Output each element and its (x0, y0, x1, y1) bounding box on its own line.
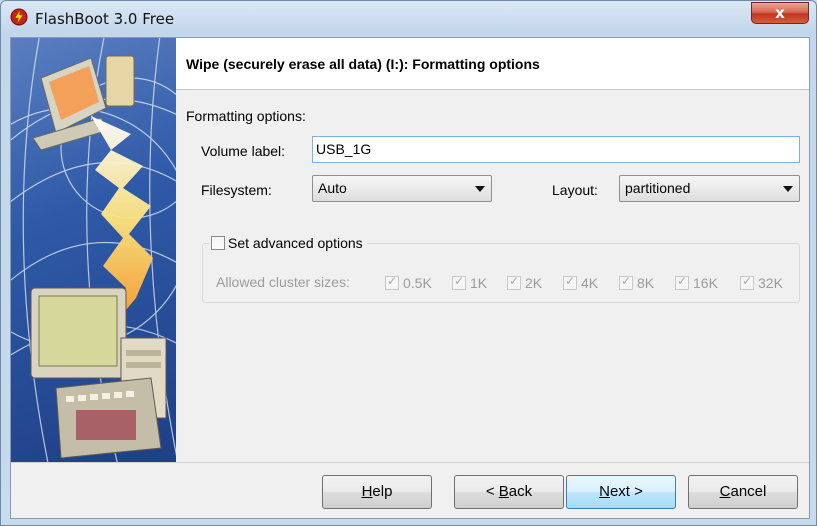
next-button-accelerator: N (599, 483, 610, 500)
window-title: FlashBoot 3.0 Free (35, 10, 175, 28)
back-button-label-pre: < (485, 483, 499, 500)
filesystem-select[interactable]: Auto (312, 175, 492, 202)
cancel-button[interactable]: Cancel (688, 475, 798, 509)
flashboot-logo-icon (10, 8, 28, 26)
help-button[interactable]: Help (322, 475, 432, 509)
cluster-option-label: 16K (693, 275, 718, 292)
layout-caption: Layout: (552, 182, 598, 198)
wizard-footer: Help < Back Next > Cancel (11, 462, 809, 518)
wizard-client-area: Wipe (securely erase all data) (I:): For… (10, 37, 810, 519)
cluster-checkbox (675, 274, 689, 291)
cluster-option-32k: 32K (740, 274, 783, 292)
cluster-option-label: 8K (637, 275, 655, 292)
chevron-down-icon (475, 186, 485, 192)
wizard-header: Wipe (securely erase all data) (I:): For… (176, 38, 809, 90)
back-button-accelerator: B (498, 483, 509, 500)
close-button[interactable]: x (751, 2, 809, 24)
cluster-checkbox (452, 274, 466, 291)
title-bar[interactable]: FlashBoot 3.0 Free x (1, 1, 816, 35)
cluster-option-8k: 8K (619, 274, 654, 292)
advanced-options-checkbox[interactable] (211, 236, 225, 251)
volume-label-caption: Volume label: (201, 143, 286, 159)
cluster-checkbox (619, 274, 633, 291)
cluster-option-1k: 1K (452, 274, 487, 292)
close-icon: x (775, 4, 785, 22)
cluster-option-label: 1K (470, 275, 488, 292)
cluster-option-2k: 2K (507, 274, 542, 292)
volume-label-input[interactable]: USB_1G (312, 136, 800, 163)
help-button-accelerator: H (361, 483, 373, 500)
page-title: Wipe (securely erase all data) (I:): For… (186, 56, 540, 72)
cancel-button-label-post: ancel (730, 483, 767, 500)
cluster-option-label: 4K (581, 275, 599, 292)
wizard-banner-image (11, 38, 176, 462)
advanced-options-checkbox-row[interactable]: Set advanced options (209, 234, 367, 254)
formatting-options-panel: Formatting options: Volume label: USB_1G… (176, 91, 809, 462)
back-button-label-post: ack (508, 483, 533, 500)
filesystem-caption: Filesystem: (201, 182, 272, 198)
cluster-option-16k: 16K (675, 274, 718, 292)
cluster-checkbox (385, 274, 399, 291)
layout-selected-value: partitioned (625, 180, 691, 196)
chevron-down-icon (783, 186, 793, 192)
cluster-sizes-label: Allowed cluster sizes: (216, 274, 350, 290)
advanced-options-label[interactable]: Set advanced options (228, 235, 363, 251)
cluster-option-label: 32K (758, 275, 783, 292)
cluster-checkbox (740, 274, 754, 291)
app-window: FlashBoot 3.0 Free x Wipe (securely eras… (0, 0, 817, 526)
cluster-checkbox (563, 274, 577, 291)
cancel-button-accelerator: C (719, 483, 731, 500)
cluster-option-label: 0.5K (403, 275, 432, 292)
back-button[interactable]: < Back (454, 475, 564, 509)
cluster-option-4k: 4K (563, 274, 598, 292)
filesystem-selected-value: Auto (318, 180, 347, 196)
next-button-label-post: ext > (609, 483, 643, 500)
cluster-option-0-5k: 0.5K (385, 274, 432, 292)
help-button-label-post: elp (372, 483, 393, 500)
cluster-checkbox (507, 274, 521, 291)
next-button[interactable]: Next > (566, 475, 676, 509)
section-label: Formatting options: (186, 108, 306, 124)
cluster-option-label: 2K (525, 275, 543, 292)
layout-select[interactable]: partitioned (619, 175, 800, 202)
